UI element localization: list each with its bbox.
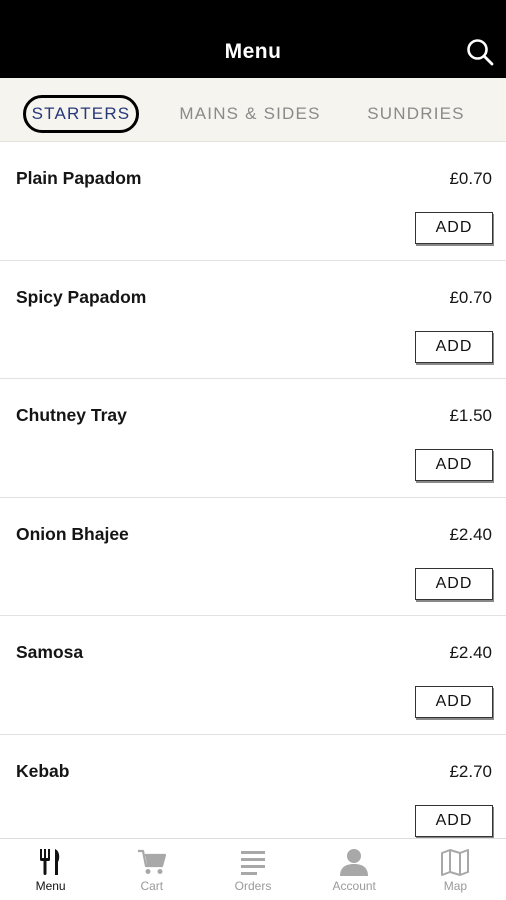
add-button[interactable]: ADD (415, 212, 493, 244)
nav-label: Map (443, 879, 468, 893)
item-price: £1.50 (449, 406, 492, 425)
add-button[interactable]: ADD (415, 567, 493, 600)
item-price: £2.70 (449, 761, 492, 781)
nav-item-account[interactable]: Account (304, 839, 405, 900)
map-icon (441, 849, 470, 876)
search-button[interactable] (462, 34, 498, 70)
menu-item: Onion Bhajee £2.40 ADD (0, 498, 506, 616)
nav-item-map[interactable]: Map (405, 839, 506, 900)
user-icon (340, 849, 369, 876)
add-button[interactable]: ADD (415, 330, 493, 363)
item-name: Spicy Papadom (16, 286, 147, 307)
tab-starters[interactable]: STARTERS (23, 95, 139, 133)
menu-item: Plain Papadom £0.70 ADD (0, 142, 506, 261)
menu-item: Chutney Tray £1.50 ADD (0, 379, 506, 498)
menu-item-list: Plain Papadom £0.70 ADD Spicy Papadom £0… (0, 142, 506, 838)
item-price: £0.70 (449, 287, 492, 307)
page-title: Menu (224, 40, 282, 63)
nav-label: Orders (234, 879, 272, 893)
item-name: Samosa (16, 642, 84, 662)
item-price: £0.70 (449, 169, 492, 188)
nav-item-orders[interactable]: Orders (202, 839, 303, 900)
app-header: Menu (0, 0, 506, 78)
item-name: Onion Bhajee (16, 523, 129, 544)
item-name: Chutney Tray (16, 405, 127, 425)
list-icon (241, 851, 265, 875)
menu-item: Kebab £2.70 ADD (0, 735, 506, 839)
add-button[interactable]: ADD (415, 449, 493, 481)
nav-item-menu[interactable]: Menu (0, 839, 101, 900)
bottom-navigation: Menu Cart Orders Account Map (0, 838, 506, 900)
nav-label: Cart (140, 879, 164, 893)
add-button[interactable]: ADD (415, 804, 493, 837)
search-icon (467, 39, 494, 66)
menu-item: Spicy Papadom £0.70 ADD (0, 261, 506, 379)
tab-mains-and-sides[interactable]: MAINS & SIDES (172, 95, 328, 133)
add-button[interactable]: ADD (415, 686, 493, 718)
item-name: Kebab (16, 760, 70, 781)
cart-icon (137, 849, 166, 874)
menu-item: Samosa £2.40 ADD (0, 616, 506, 735)
nav-label: Account (332, 879, 376, 893)
category-tabs: STARTERS MAINS & SIDES SUNDRIES (0, 78, 506, 142)
cutlery-icon (39, 849, 59, 875)
item-price: £2.40 (449, 643, 492, 662)
tab-sundries[interactable]: SUNDRIES (360, 95, 472, 133)
nav-label: Menu (35, 879, 66, 893)
item-name: Plain Papadom (16, 168, 142, 188)
nav-item-cart[interactable]: Cart (101, 839, 202, 900)
item-price: £2.40 (449, 524, 492, 544)
